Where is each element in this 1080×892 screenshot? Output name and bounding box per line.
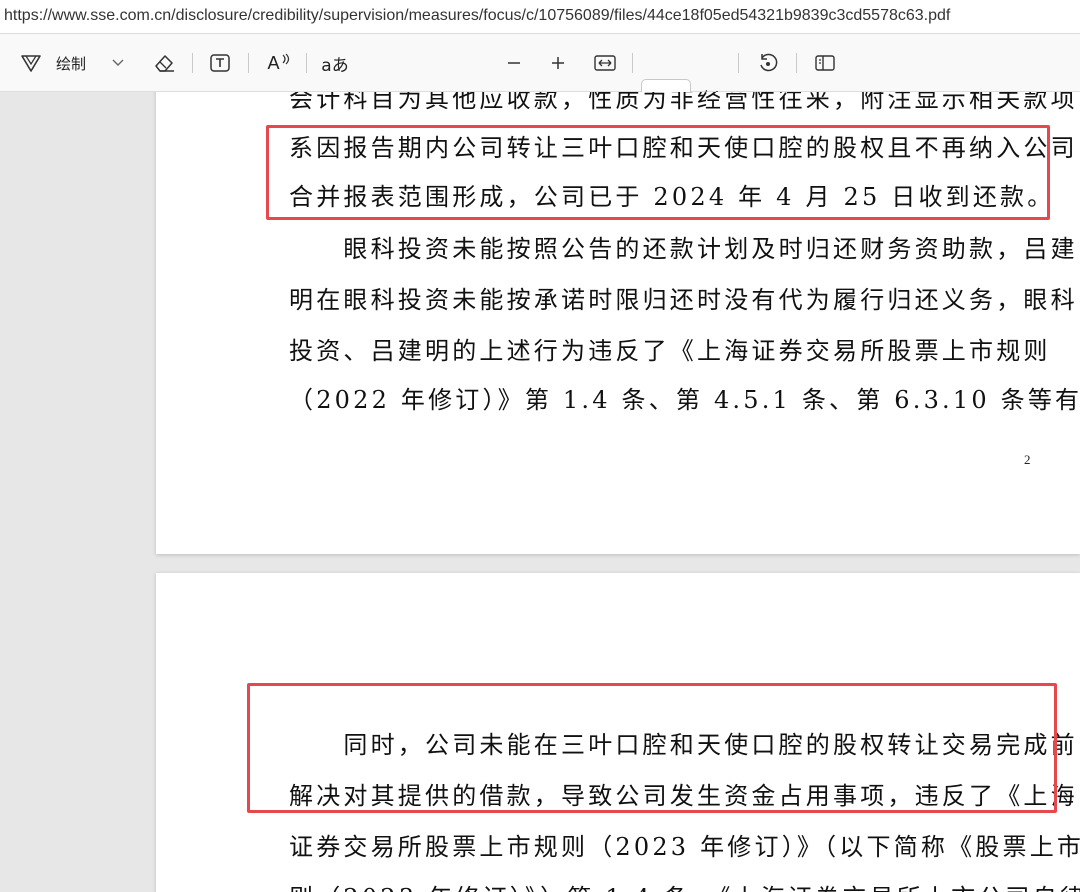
pdf-viewer[interactable]: 会计科目为其他应收款，性质为非经营性往来，附注显示相关款项 系因报告期内公司转让… [0,92,1080,892]
fit-width-button[interactable] [590,34,620,92]
text-line: 证券交易所股票上市规则（2023 年修订）》（以下简称《股票上市规 [289,833,1080,861]
draw-button[interactable]: 绘制 [56,34,96,92]
minus-icon [508,62,520,64]
plus-icon [552,57,564,69]
url-text: https://www.sse.com.cn/disclosure/credib… [4,7,951,24]
text-line: 眼科投资未能按照公告的还款计划及时归还财务资助款，吕建 [289,235,1078,263]
text-line: （2022 年修订）》第 1.4 条、第 4.5.1 条、第 6.3.10 条等… [289,386,1080,414]
zoom-out-button[interactable] [502,34,526,92]
pdf-toolbar: 绘制 A aあ 2 / 4 [0,34,1080,115]
translate-button[interactable]: aあ [318,34,352,92]
page-view-icon [815,55,835,71]
pdf-page: 同时，公司未能在三叶口腔和天使口腔的股权转让交易完成前 解决对其提供的借款，导致… [156,573,1080,892]
zoom-in-button[interactable] [546,34,570,92]
rotate-button[interactable] [754,34,782,92]
toolbar-divider [796,53,797,73]
highlight-box [247,683,1057,813]
text-line: 会计科目为其他应收款，性质为非经营性往来，附注显示相关款项 [289,92,1078,113]
fit-width-icon [594,55,616,71]
rotate-icon [760,53,778,72]
toolbar-divider [192,53,193,73]
translate-icon: aあ [321,55,349,76]
draw-label: 绘制 [56,54,87,73]
pdf-page: 会计科目为其他应收款，性质为非经营性往来，附注显示相关款项 系因报告期内公司转让… [156,92,1080,554]
read-aloud-button[interactable]: A [264,34,294,92]
eraser-icon[interactable] [150,34,178,92]
toolbar-divider [248,53,249,73]
chevron-down-icon[interactable] [108,34,128,92]
toolbar-divider [738,53,739,73]
read-aloud-icon: A [267,52,280,73]
text-line: 投资、吕建明的上述行为违反了《上海证券交易所股票上市规则 [289,337,1051,365]
toolbar-divider [632,53,633,73]
highlight-box [266,125,1050,220]
page-view-button[interactable] [810,34,840,92]
page-number: 2 [1024,452,1031,467]
toolbar-divider [306,53,307,73]
text-line: 则（2023 年修订）》）第 1.4 条、《上海证券交易所上市公司自律监管 [289,878,1080,892]
text-box-icon[interactable] [206,34,234,92]
draw-icon[interactable] [18,34,44,92]
address-bar[interactable]: https://www.sse.com.cn/disclosure/credib… [0,0,1080,34]
text-line: 明在眼科投资未能按承诺时限归还时没有代为履行归还义务，眼科 [289,286,1078,314]
